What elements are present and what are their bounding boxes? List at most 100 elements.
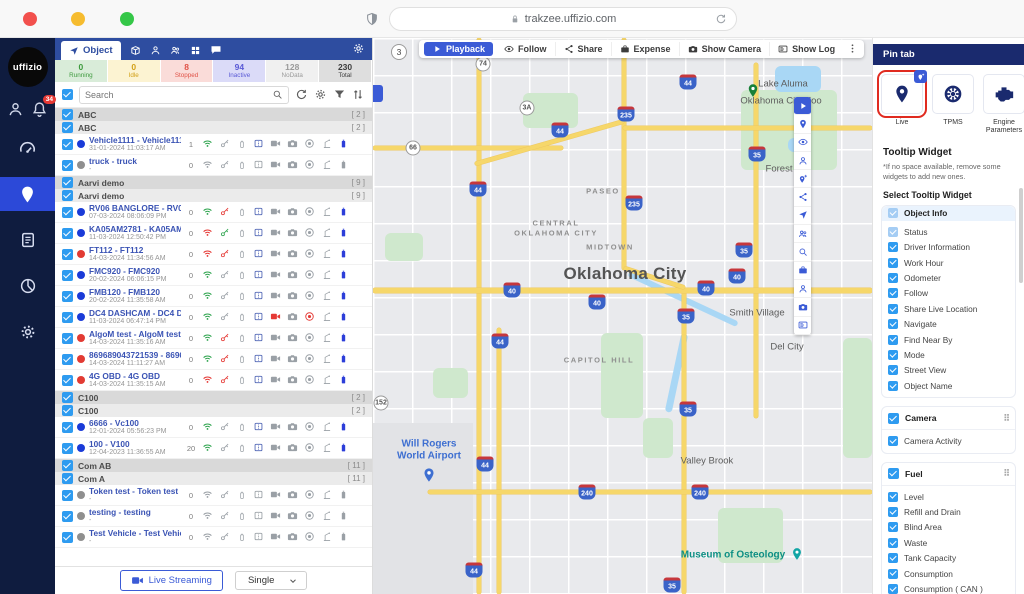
search-input[interactable] bbox=[85, 90, 272, 100]
side-tool-people-icon[interactable] bbox=[794, 225, 811, 243]
vehicle-checkbox[interactable] bbox=[62, 291, 73, 302]
address-bar[interactable]: trakzee.uffizio.com bbox=[389, 7, 737, 31]
vehicle-checkbox[interactable] bbox=[62, 532, 73, 543]
card-item-consumption-can-[interactable]: Consumption ( CAN ) bbox=[888, 581, 1009, 594]
vehicle-group-row[interactable]: Com A[ 11 ] bbox=[55, 472, 372, 485]
record-icon[interactable] bbox=[303, 486, 316, 504]
vehicle-group-row[interactable]: ABC[ 2 ] bbox=[55, 108, 372, 121]
photo-camera-icon[interactable] bbox=[286, 245, 299, 263]
user-icon[interactable] bbox=[7, 101, 24, 118]
toolbar-button-follow[interactable]: Follow bbox=[496, 42, 556, 56]
side-tool-pin-plus-icon[interactable] bbox=[794, 170, 811, 188]
vehicle-cluster-marker[interactable] bbox=[373, 85, 383, 102]
tab-passenger-icon[interactable] bbox=[170, 45, 181, 56]
minimize-window-button[interactable] bbox=[71, 12, 85, 26]
video-camera-icon[interactable] bbox=[269, 350, 282, 368]
vehicle-checkbox[interactable] bbox=[62, 354, 73, 365]
item-checkbox[interactable] bbox=[888, 304, 898, 314]
photo-camera-icon[interactable] bbox=[286, 507, 299, 525]
card-item-consumption[interactable]: Consumption bbox=[888, 566, 1009, 581]
toolbar-button-playback[interactable]: Playback bbox=[424, 42, 493, 56]
photo-camera-icon[interactable] bbox=[286, 350, 299, 368]
record-icon[interactable] bbox=[303, 156, 316, 174]
photo-camera-icon[interactable] bbox=[286, 371, 299, 389]
filter-icon[interactable] bbox=[333, 88, 346, 101]
status-chip-nodata[interactable]: 128NoData bbox=[266, 60, 319, 82]
record-icon[interactable] bbox=[303, 203, 316, 221]
tab-object[interactable]: Object bbox=[61, 41, 121, 60]
vehicle-group-row[interactable]: Aarvi demo[ 9 ] bbox=[55, 189, 372, 202]
streaming-mode-select[interactable]: Single bbox=[235, 571, 307, 590]
status-chip-stopped[interactable]: 8Stopped bbox=[161, 60, 214, 82]
card-header[interactable]: Camera⠿ bbox=[888, 410, 1009, 426]
widget-card-engine-parameters[interactable] bbox=[983, 74, 1024, 114]
item-checkbox[interactable] bbox=[888, 507, 898, 517]
item-checkbox[interactable] bbox=[888, 569, 898, 579]
reload-icon[interactable] bbox=[715, 13, 727, 25]
video-camera-icon[interactable] bbox=[269, 486, 282, 504]
video-camera-icon[interactable] bbox=[269, 439, 282, 457]
tab-asset-icon[interactable] bbox=[130, 45, 141, 56]
item-checkbox[interactable] bbox=[888, 273, 898, 283]
side-tool-pin-icon[interactable] bbox=[794, 115, 811, 133]
search-icon[interactable] bbox=[272, 89, 283, 100]
tooltip-item-follow[interactable]: Follow bbox=[888, 286, 1009, 301]
sort-icon[interactable] bbox=[352, 88, 365, 101]
vehicle-checkbox[interactable] bbox=[62, 312, 73, 323]
zoo-marker-icon[interactable] bbox=[746, 82, 761, 100]
vehicle-row[interactable]: RV06 BANGLORE - RV06 B...07-03-2024 08:0… bbox=[55, 202, 372, 223]
vehicle-group-row[interactable]: Aarvi demo[ 9 ] bbox=[55, 176, 372, 189]
tooltip-item-mode[interactable]: Mode bbox=[888, 347, 1009, 362]
photo-camera-icon[interactable] bbox=[286, 308, 299, 326]
drag-handle-icon[interactable]: ⠿ bbox=[1003, 413, 1009, 424]
tooltip-item-object-name[interactable]: Object Name bbox=[888, 378, 1009, 393]
item-checkbox[interactable] bbox=[888, 553, 898, 563]
video-camera-icon[interactable] bbox=[269, 135, 282, 153]
side-tool-share-icon[interactable] bbox=[794, 188, 811, 206]
map-canvas[interactable]: Oklahoma CityPASEOCENTRALOKLAHOMA CITYMI… bbox=[373, 38, 872, 594]
toolbar-button-show-log[interactable]: Show Log bbox=[770, 42, 843, 56]
tooltip-item-status[interactable]: Status bbox=[888, 224, 1009, 239]
group-checkbox[interactable] bbox=[62, 473, 73, 484]
group-checkbox[interactable] bbox=[62, 460, 73, 471]
vehicle-row[interactable]: Token test - Token test- 0 bbox=[55, 485, 372, 506]
item-checkbox[interactable] bbox=[888, 242, 898, 252]
group-checkbox[interactable] bbox=[62, 190, 73, 201]
photo-camera-icon[interactable] bbox=[286, 224, 299, 242]
vehicle-row[interactable]: 869689043721539 - 86968...14-03-2024 11:… bbox=[55, 349, 372, 370]
sidebar-item-dashboard[interactable] bbox=[0, 131, 55, 165]
item-checkbox[interactable] bbox=[888, 258, 898, 268]
record-icon[interactable] bbox=[303, 528, 316, 546]
photo-camera-icon[interactable] bbox=[286, 287, 299, 305]
record-icon[interactable] bbox=[303, 266, 316, 284]
card-checkbox[interactable] bbox=[888, 413, 899, 424]
notifications-button[interactable]: 34 bbox=[31, 101, 48, 119]
video-camera-icon[interactable] bbox=[269, 266, 282, 284]
tooltip-item-work-hour[interactable]: Work Hour bbox=[888, 255, 1009, 270]
close-window-button[interactable] bbox=[23, 12, 37, 26]
status-chip-inactive[interactable]: 94Inactive bbox=[213, 60, 266, 82]
vehicle-group-row[interactable]: C100[ 2 ] bbox=[55, 404, 372, 417]
status-chip-running[interactable]: 0Running bbox=[55, 60, 108, 82]
vehicle-row[interactable]: FMB120 - FMB12020-02-2024 11:35:58 AM 0 bbox=[55, 286, 372, 307]
vehicle-checkbox[interactable] bbox=[62, 160, 73, 171]
museum-marker-icon[interactable] bbox=[790, 545, 804, 563]
vehicle-checkbox[interactable] bbox=[62, 443, 73, 454]
photo-camera-icon[interactable] bbox=[286, 156, 299, 174]
vehicle-checkbox[interactable] bbox=[62, 270, 73, 281]
tooltip-item-driver-information[interactable]: Driver Information bbox=[888, 240, 1009, 255]
toolbar-overflow-icon[interactable] bbox=[843, 40, 862, 58]
side-tool-briefcase-icon[interactable] bbox=[794, 262, 811, 280]
tooltip-item-street-view[interactable]: Street View bbox=[888, 363, 1009, 378]
side-tool-magnifier-icon[interactable] bbox=[794, 243, 811, 261]
tooltip-item-find-near-by[interactable]: Find Near By bbox=[888, 332, 1009, 347]
item-checkbox[interactable] bbox=[888, 208, 898, 218]
photo-camera-icon[interactable] bbox=[286, 528, 299, 546]
sidebar-item-settings[interactable] bbox=[0, 315, 55, 349]
video-camera-icon[interactable] bbox=[269, 287, 282, 305]
toolbar-button-share[interactable]: Share bbox=[556, 42, 612, 56]
item-checkbox[interactable] bbox=[888, 492, 898, 502]
record-icon[interactable] bbox=[303, 329, 316, 347]
card-header[interactable]: Fuel⠿ bbox=[888, 466, 1009, 482]
sidebar-item-tracking[interactable] bbox=[0, 177, 55, 211]
